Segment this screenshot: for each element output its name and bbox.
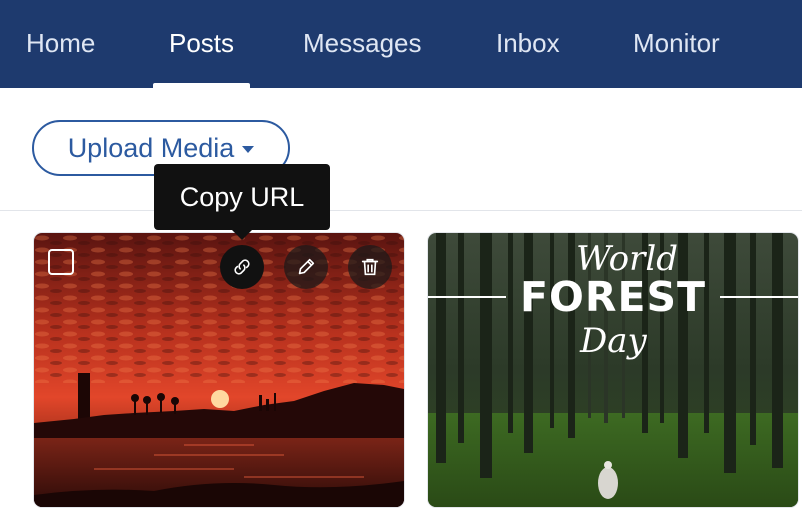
pencil-icon	[298, 258, 315, 275]
nav-item-home[interactable]: Home	[26, 0, 95, 88]
copy-url-tooltip: Copy URL	[154, 164, 330, 230]
nav-item-monitor[interactable]: Monitor	[633, 0, 720, 88]
top-navigation: Home Posts Messages Inbox Monitor	[0, 0, 802, 88]
nav-item-label: Messages	[303, 28, 422, 58]
upload-media-label: Upload Media	[67, 132, 235, 163]
poster-title-line2: FOREST	[520, 273, 706, 321]
tooltip-arrow	[232, 230, 252, 240]
link-icon	[234, 259, 250, 275]
media-grid: World FOREST Day	[0, 211, 802, 520]
nav-item-messages[interactable]: Messages	[303, 0, 422, 88]
poster-title-line3: Day	[580, 321, 647, 361]
caret-down-icon	[242, 146, 255, 153]
nav-item-label: Monitor	[633, 28, 720, 58]
delete-button[interactable]	[348, 245, 392, 289]
media-card-forest[interactable]: World FOREST Day	[428, 233, 798, 507]
media-card-sunset[interactable]	[34, 233, 404, 507]
trash-icon	[361, 258, 379, 276]
tooltip-text: Copy URL	[179, 181, 305, 212]
nav-item-label: Inbox	[496, 28, 560, 58]
edit-button[interactable]	[284, 245, 328, 289]
nav-item-inbox[interactable]: Inbox	[496, 0, 560, 88]
select-checkbox[interactable]	[48, 249, 74, 275]
media-toolbar: Upload Media	[0, 88, 802, 211]
copy-url-button[interactable]	[220, 245, 264, 289]
nav-item-label: Home	[26, 28, 96, 58]
nav-item-label: Posts	[169, 28, 235, 58]
nav-item-posts[interactable]: Posts	[153, 0, 251, 88]
